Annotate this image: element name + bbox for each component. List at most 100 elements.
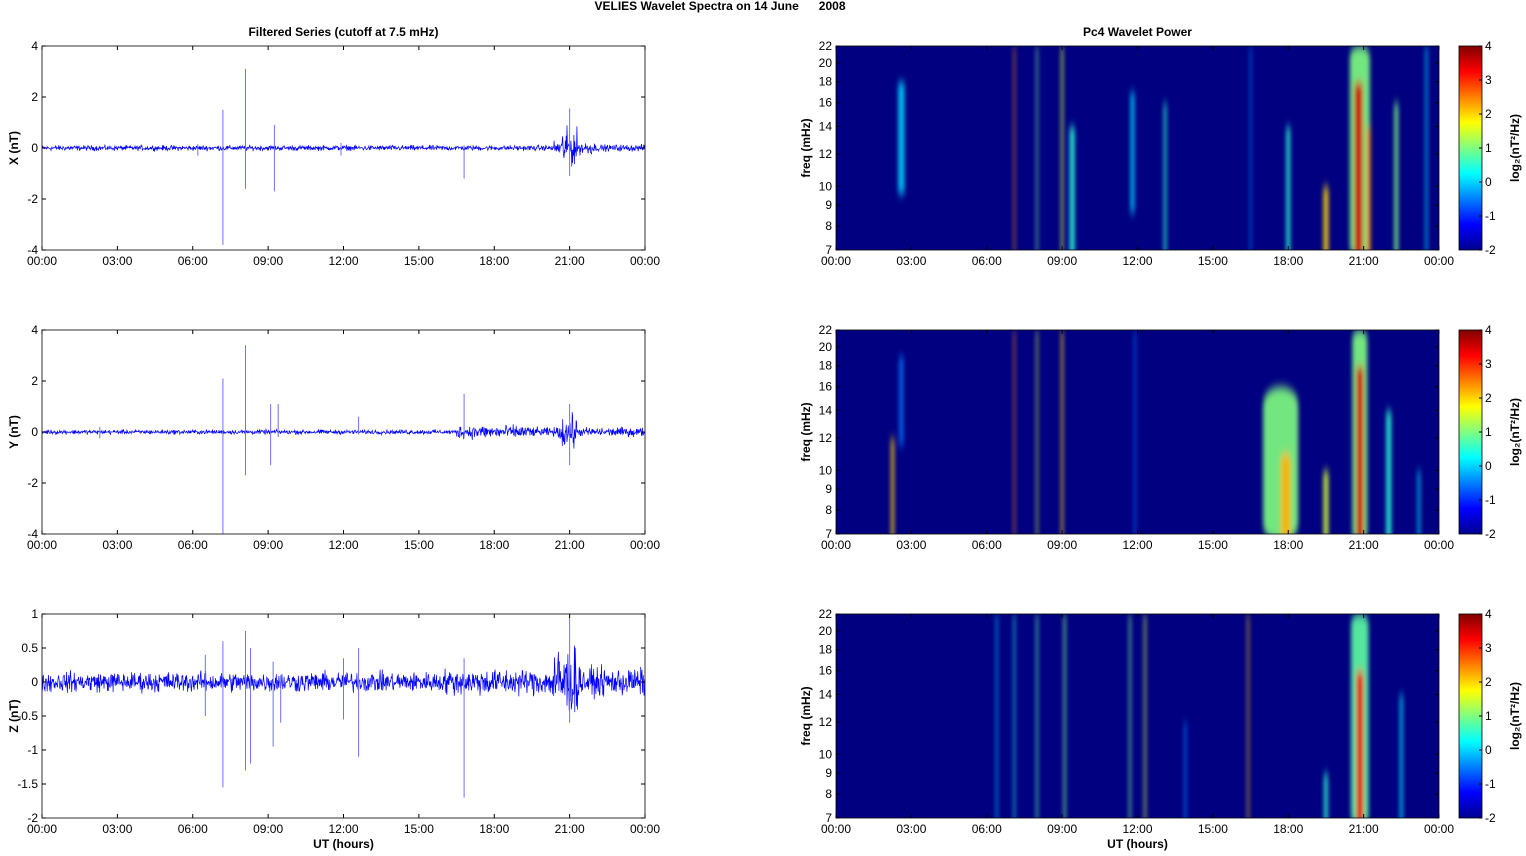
power-feature (891, 437, 895, 534)
y-tick-label: -4 (27, 243, 38, 257)
series-panel-2: 00:00 03:00 06:00 09:00 12:00 15:00 18:00 21:00… (7, 607, 660, 851)
colorbar-tick-label: -2 (1485, 243, 1496, 257)
x-tick-label: 21:00 (1349, 822, 1379, 836)
x-tick-label: 12:00 (328, 538, 358, 552)
power-feature (1063, 614, 1066, 818)
y-tick-label: 10 (819, 463, 833, 477)
y-tick-label: 12 (819, 715, 833, 729)
y-tick-label: -1 (27, 743, 38, 757)
colorbar-label: log₂(nT²/Hz) (1508, 114, 1522, 182)
x-tick-label: 15:00 (404, 538, 434, 552)
colorbar-tick-label: -2 (1485, 811, 1496, 825)
x-tick-label: 06:00 (972, 822, 1002, 836)
power-feature (1069, 126, 1075, 250)
x-tick-label: 12:00 (1122, 538, 1152, 552)
colorbar-tick-label: 0 (1485, 459, 1492, 473)
y-tick-label: 22 (819, 607, 833, 621)
series-trace (42, 412, 645, 449)
y-tick-label: 8 (825, 787, 832, 801)
power-background (836, 330, 1439, 534)
y-tick-label: 14 (819, 404, 833, 418)
y-axis-label: freq (mHz) (799, 686, 813, 745)
power-feature (1286, 126, 1291, 250)
colorbar-label: log₂(nT²/Hz) (1508, 398, 1522, 466)
y-tick-label: 20 (819, 56, 833, 70)
y-tick-label: 12 (819, 147, 833, 161)
colorbar (1458, 45, 1483, 251)
y-tick-label: -2 (27, 192, 38, 206)
y-tick-label: 0 (31, 141, 38, 155)
colorbar-tick-label: -1 (1485, 493, 1496, 507)
y-tick-label: 16 (819, 664, 833, 678)
x-tick-label: 21:00 (555, 538, 585, 552)
y-tick-label: 18 (819, 643, 833, 657)
y-tick-label: 10 (819, 747, 833, 761)
y-tick-label: 18 (819, 75, 833, 89)
power-feature (1354, 81, 1363, 250)
series-panel-1: 00:00 03:00 06:00 09:00 12:00 15:00 18:00 21:00… (7, 323, 660, 552)
x-tick-label: 06:00 (178, 254, 208, 268)
x-tick-label: 12:00 (328, 822, 358, 836)
figure: VELIES Wavelet Spectra on 14 June 2008 0… (7, 0, 1522, 851)
y-tick-label: 2 (31, 90, 38, 104)
x-tick-label: 06:00 (178, 822, 208, 836)
x-tick-label: 09:00 (253, 822, 283, 836)
y-tick-label: 18 (819, 359, 833, 373)
x-tick-label: 03:00 (896, 822, 926, 836)
colorbar (1458, 613, 1483, 819)
y-tick-label: 0 (31, 425, 38, 439)
y-tick-label: 4 (31, 39, 38, 53)
power-feature (1184, 721, 1187, 818)
x-tick-label: 00:00 (630, 538, 660, 552)
colorbar-tick-label: 0 (1485, 743, 1492, 757)
panel-title: Filtered Series (cutoff at 7.5 mHz) (248, 25, 438, 39)
y-tick-label: 9 (825, 766, 832, 780)
power-feature (898, 81, 905, 195)
y-axis-label: Z (nT) (7, 699, 21, 732)
y-axis-label: freq (mHz) (799, 402, 813, 461)
wavelet-panel-2: 43210-1-2log₂(nT²/Hz)00:00 03:00 06:00 09:0… (799, 607, 1522, 851)
x-tick-label: 06:00 (972, 538, 1002, 552)
y-tick-label: 8 (825, 503, 832, 517)
y-tick-label: 22 (819, 323, 833, 337)
panel-title: Pc4 Wavelet Power (1083, 25, 1192, 39)
x-tick-label: 00:00 (1424, 538, 1454, 552)
power-feature (1061, 46, 1064, 250)
x-tick-label: 03:00 (102, 254, 132, 268)
colorbar-tick-label: 4 (1485, 607, 1492, 621)
power-feature (1129, 614, 1131, 818)
x-tick-label: 15:00 (404, 254, 434, 268)
y-tick-label: 12 (819, 431, 833, 445)
series-panel-0: 00:00 03:00 06:00 09:00 12:00 15:00 18:00 21:00… (7, 25, 660, 268)
y-tick-label: 9 (825, 198, 832, 212)
x-tick-label: 18:00 (479, 822, 509, 836)
y-tick-label: 14 (819, 120, 833, 134)
x-tick-label: 09:00 (253, 538, 283, 552)
series-trace (42, 125, 645, 167)
figure-title: VELIES Wavelet Spectra on 14 June 2008 (595, 0, 846, 13)
x-tick-label: 21:00 (555, 822, 585, 836)
x-tick-label: 00:00 (630, 822, 660, 836)
y-axis-label: X (nT) (7, 131, 21, 165)
x-tick-label: 15:00 (404, 822, 434, 836)
y-tick-label: -2 (27, 811, 38, 825)
power-feature (1036, 46, 1038, 250)
colorbar-tick-label: 3 (1485, 357, 1492, 371)
colorbar-label: log₂(nT²/Hz) (1508, 682, 1522, 750)
x-tick-label: 03:00 (896, 538, 926, 552)
power-feature (1394, 102, 1399, 250)
power-feature (1366, 126, 1371, 250)
power-background (836, 46, 1439, 250)
x-tick-label: 21:00 (1349, 254, 1379, 268)
power-feature (1130, 91, 1135, 214)
y-tick-label: 0.5 (21, 641, 38, 655)
x-tick-label: 00:00 (630, 254, 660, 268)
colorbar-tick-label: 2 (1485, 391, 1492, 405)
power-feature (1013, 46, 1016, 250)
power-feature (1386, 410, 1392, 534)
y-tick-label: -4 (27, 527, 38, 541)
power-background (836, 614, 1439, 818)
y-tick-label: 7 (825, 811, 832, 825)
power-feature (1036, 330, 1038, 534)
power-feature (1323, 186, 1329, 250)
